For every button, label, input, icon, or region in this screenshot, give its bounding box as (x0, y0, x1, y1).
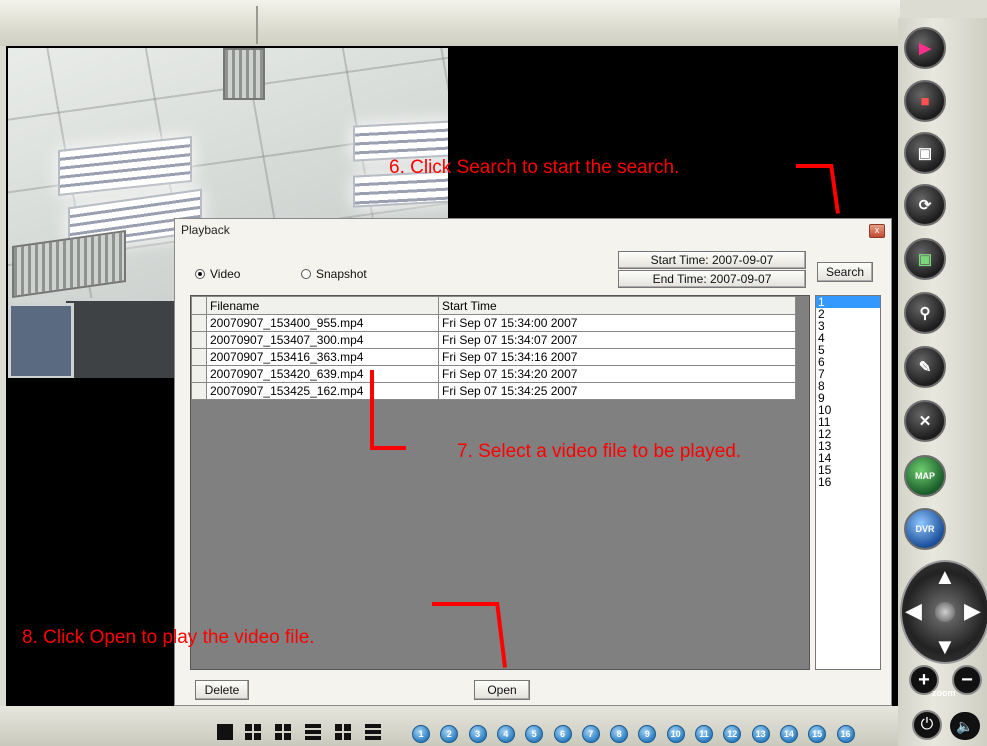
channel-14-button[interactable]: 14 (779, 725, 798, 743)
table-row[interactable]: 20070907_153425_162.mp4 Fri Sep 07 15:34:… (191, 382, 796, 400)
ceiling-vent (223, 48, 265, 100)
row-selector[interactable] (191, 314, 207, 332)
channel-list-item[interactable]: 7 (816, 368, 880, 380)
row-selector[interactable] (191, 331, 207, 349)
ptz-up-arrow[interactable]: ▲ (934, 566, 956, 588)
dialog-title: Playback (181, 223, 230, 237)
file-start-time-cell[interactable]: Fri Sep 07 15:34:20 2007 (438, 365, 796, 383)
file-start-time-cell[interactable]: Fri Sep 07 15:34:00 2007 (438, 314, 796, 332)
channel-16-button[interactable]: 16 (836, 725, 855, 743)
layout-4x4-button[interactable] (365, 724, 381, 740)
video-radio-option[interactable]: Video (195, 267, 240, 281)
open-button[interactable]: Open (474, 680, 530, 700)
dvr-icon[interactable]: DVR (904, 508, 982, 550)
channel-11-button[interactable]: 11 (695, 725, 713, 743)
file-start-time-cell[interactable]: Fri Sep 07 15:34:16 2007 (438, 348, 796, 366)
table-row[interactable]: 20070907_153420_639.mp4 Fri Sep 07 15:34:… (191, 365, 796, 383)
row-selector[interactable] (191, 348, 207, 366)
channel-4-button[interactable]: 4 (496, 725, 515, 743)
snapshot-radio-option[interactable]: Snapshot (301, 267, 367, 281)
channel-7-button[interactable]: 7 (581, 725, 600, 743)
end-time-button[interactable]: End Time: 2007-09-07 (618, 270, 806, 288)
video-radio[interactable] (195, 269, 205, 279)
channel-list-item[interactable]: 16 (816, 476, 880, 488)
file-name-cell[interactable]: 20070907_153416_363.mp4 (206, 348, 439, 366)
settings-tools-icon[interactable]: ✕ (904, 400, 982, 442)
channel-13-button[interactable]: 13 (751, 725, 770, 743)
record-icon[interactable]: ■ (904, 80, 982, 122)
channel-1-button[interactable]: 1 (412, 725, 430, 743)
ptz-dpad[interactable]: ▲ ▼ ◀ ▶ (900, 560, 987, 664)
snapshot-icon[interactable]: ▣ (904, 132, 982, 174)
file-start-time-cell[interactable]: Fri Sep 07 15:34:25 2007 (438, 382, 796, 400)
rotate-180-icon[interactable]: ⟳ (904, 184, 982, 226)
search-button[interactable]: Search (817, 262, 873, 282)
fullscreen-icon[interactable]: ▣ (904, 238, 982, 280)
row-selector-header (191, 296, 207, 315)
table-header-row: Filename Start Time (191, 296, 796, 315)
ceiling-light (353, 120, 448, 162)
annotation-step-8: 8. Click Open to play the video file. (22, 627, 315, 648)
snapshot-radio-label: Snapshot (316, 267, 367, 281)
annotation-line (370, 446, 406, 450)
zoom-out-button[interactable]: − (952, 665, 982, 695)
layout-2x2-button[interactable] (245, 724, 261, 740)
channel-list-item[interactable]: 2 (816, 308, 880, 320)
volume-icon[interactable]: 🔈 (950, 712, 980, 740)
lock-icon[interactable]: ⚲ (904, 292, 982, 334)
file-name-cell[interactable]: 20070907_153420_639.mp4 (206, 365, 439, 383)
layout-1x1-button[interactable] (217, 724, 233, 740)
power-button[interactable]: ⏻ (912, 710, 942, 740)
column-header-filename[interactable]: Filename (206, 296, 439, 315)
toolbar-divider (256, 6, 258, 44)
channel-list-item[interactable]: 6 (816, 356, 880, 368)
ptz-left-arrow[interactable]: ◀ (905, 600, 922, 622)
channel-10-button[interactable]: 10 (666, 725, 685, 743)
channel-list[interactable]: 1 2 3 4 5 6 7 8 9 10 11 12 13 14 15 16 (815, 295, 881, 670)
office-monitor (8, 303, 74, 378)
annotation-line (432, 602, 498, 606)
top-toolbar (0, 0, 900, 46)
file-table: Filename Start Time 20070907_153400_955.… (191, 296, 796, 400)
table-row[interactable]: 20070907_153416_363.mp4 Fri Sep 07 15:34:… (191, 348, 796, 366)
annotation-step-7: 7. Select a video file to be played. (457, 441, 742, 462)
ptz-down-arrow[interactable]: ▼ (934, 636, 956, 658)
row-selector[interactable] (191, 365, 207, 383)
play-icon[interactable]: ▶ (904, 27, 982, 69)
channel-list-item[interactable]: 3 (816, 320, 880, 332)
annotation-step-6: 6. Click Search to start the search. (389, 157, 680, 178)
channel-list-item[interactable]: 8 (816, 380, 880, 392)
file-name-cell[interactable]: 20070907_153425_162.mp4 (206, 382, 439, 400)
row-selector[interactable] (191, 382, 207, 400)
table-row[interactable]: 20070907_153400_955.mp4 Fri Sep 07 15:34:… (191, 314, 796, 332)
ptz-right-arrow[interactable]: ▶ (964, 600, 981, 622)
delete-button[interactable]: Delete (195, 680, 249, 700)
file-name-cell[interactable]: 20070907_153407_300.mp4 (206, 331, 439, 349)
map-icon[interactable]: MAP (904, 455, 982, 497)
snapshot-radio[interactable] (301, 269, 311, 279)
edit-icon[interactable]: ✎ (904, 346, 982, 388)
channel-3-button[interactable]: 3 (468, 725, 487, 743)
ptz-center[interactable] (935, 602, 955, 622)
close-icon[interactable]: x (869, 224, 885, 238)
channel-list-item[interactable]: 4 (816, 332, 880, 344)
file-name-cell[interactable]: 20070907_153400_955.mp4 (206, 314, 439, 332)
layout-3x3-button[interactable] (305, 724, 321, 740)
column-header-start-time[interactable]: Start Time (438, 296, 796, 315)
channel-8-button[interactable]: 8 (610, 725, 629, 743)
layout-1plus7-button[interactable] (335, 724, 351, 740)
video-radio-label: Video (210, 267, 241, 281)
annotation-line (370, 370, 374, 448)
file-start-time-cell[interactable]: Fri Sep 07 15:34:07 2007 (438, 331, 796, 349)
layout-1plus5-button[interactable] (275, 724, 291, 740)
channel-6-button[interactable]: 6 (553, 725, 572, 743)
annotation-line (796, 164, 832, 168)
zoom-label: zoom (932, 688, 956, 698)
channel-list-item[interactable]: 5 (816, 344, 880, 356)
start-time-button[interactable]: Start Time: 2007-09-07 (618, 251, 806, 269)
table-row[interactable]: 20070907_153407_300.mp4 Fri Sep 07 15:34:… (191, 331, 796, 349)
channel-list-item[interactable]: 1 (816, 296, 880, 308)
